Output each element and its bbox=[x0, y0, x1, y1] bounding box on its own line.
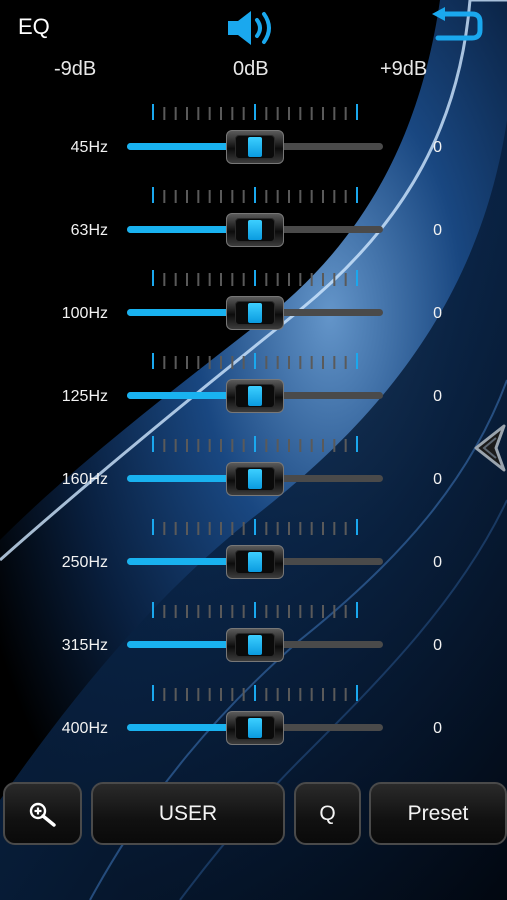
eq-band: 125Hz 0 bbox=[0, 352, 507, 435]
eq-band: 315Hz 0 bbox=[0, 601, 507, 684]
band-slider-knob[interactable] bbox=[226, 379, 284, 413]
band-gain-value: 0 bbox=[433, 139, 442, 156]
eq-band: 45Hz 0 bbox=[0, 103, 507, 186]
tick-ruler bbox=[152, 270, 358, 286]
band-frequency-label: 45Hz bbox=[70, 139, 108, 156]
eq-band: 400Hz 0 bbox=[0, 684, 507, 767]
eq-band: 160Hz 0 bbox=[0, 435, 507, 518]
band-frequency-label: 400Hz bbox=[61, 720, 108, 737]
page-title: EQ bbox=[18, 14, 50, 39]
band-frequency-label: 100Hz bbox=[61, 305, 108, 322]
tick-ruler bbox=[152, 602, 358, 618]
zoom-button[interactable] bbox=[3, 782, 82, 845]
tick-ruler bbox=[152, 187, 358, 203]
return-arrow-icon[interactable] bbox=[428, 6, 484, 46]
band-gain-value: 0 bbox=[433, 388, 442, 405]
band-slider-knob[interactable] bbox=[226, 296, 284, 330]
band-gain-value: 0 bbox=[433, 554, 442, 571]
band-frequency-label: 125Hz bbox=[61, 388, 108, 405]
tick-ruler bbox=[152, 436, 358, 452]
scale-mid-label: 0dB bbox=[233, 58, 269, 80]
zoom-in-icon bbox=[29, 802, 56, 827]
speaker-volume-icon[interactable] bbox=[224, 6, 284, 50]
tick-ruler bbox=[152, 353, 358, 369]
scale-max-label: +9dB bbox=[380, 58, 428, 80]
tick-ruler bbox=[152, 685, 358, 701]
band-slider-knob[interactable] bbox=[226, 130, 284, 164]
band-slider-knob[interactable] bbox=[226, 711, 284, 745]
band-gain-value: 0 bbox=[433, 637, 442, 654]
band-gain-value: 0 bbox=[433, 720, 442, 737]
band-gain-value: 0 bbox=[433, 222, 442, 239]
eq-band: 100Hz 0 bbox=[0, 269, 507, 352]
preset-button[interactable]: Preset bbox=[369, 782, 507, 845]
band-slider-knob[interactable] bbox=[226, 462, 284, 496]
band-gain-value: 0 bbox=[433, 471, 442, 488]
band-slider-knob[interactable] bbox=[226, 628, 284, 662]
band-frequency-label: 250Hz bbox=[61, 554, 108, 571]
tick-ruler bbox=[152, 104, 358, 120]
band-frequency-label: 315Hz bbox=[61, 637, 108, 654]
scale-min-label: -9dB bbox=[54, 58, 97, 80]
band-frequency-label: 63Hz bbox=[70, 222, 108, 239]
band-frequency-label: 160Hz bbox=[61, 471, 108, 488]
eq-band: 250Hz 0 bbox=[0, 518, 507, 601]
user-button[interactable]: USER bbox=[91, 782, 285, 845]
band-slider-knob[interactable] bbox=[226, 545, 284, 579]
eq-band: 63Hz 0 bbox=[0, 186, 507, 269]
tick-ruler bbox=[152, 519, 358, 535]
band-slider-knob[interactable] bbox=[226, 213, 284, 247]
band-gain-value: 0 bbox=[433, 305, 442, 322]
collapse-arrow-icon[interactable] bbox=[472, 420, 507, 476]
q-button[interactable]: Q bbox=[294, 782, 361, 845]
